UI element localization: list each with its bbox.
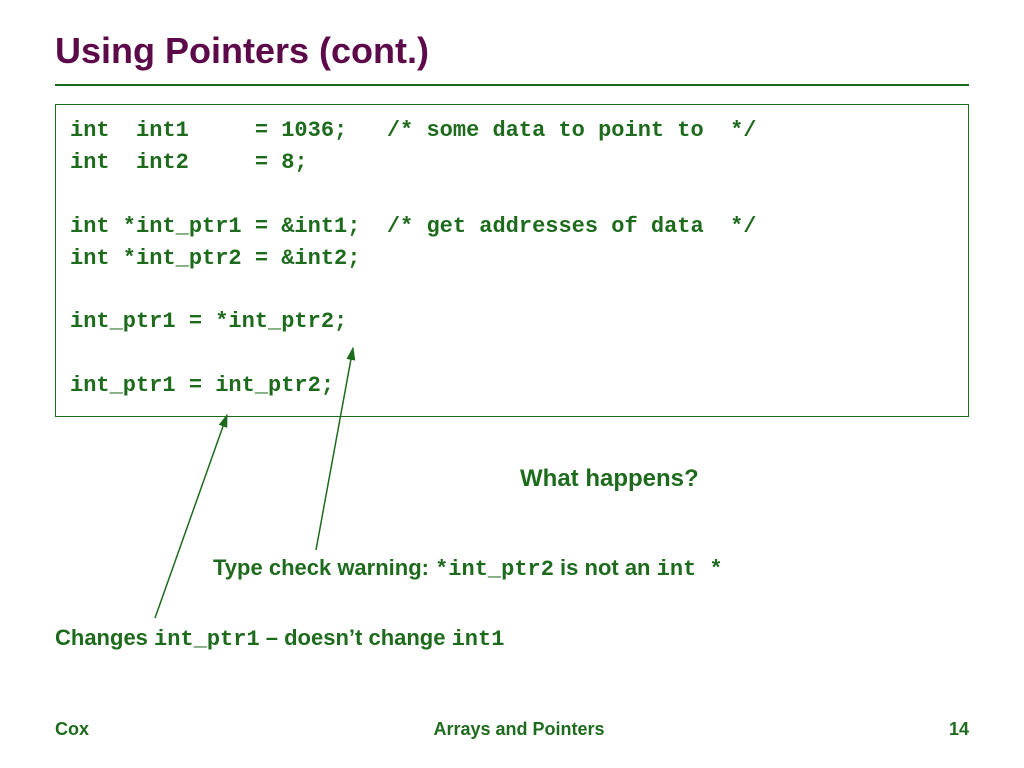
footer-page: 14: [949, 719, 969, 740]
code-line: int_ptr1 = *int_ptr2;: [70, 309, 347, 334]
changes-mid: – doesn’t change: [260, 625, 452, 650]
code-block: int int1 = 1036; /* some data to point t…: [55, 104, 969, 417]
code-line: int *int_ptr1 = &int1; /* get addresses …: [70, 214, 757, 239]
divider: [55, 84, 969, 86]
changes-text: Changes int_ptr1 – doesn’t change int1: [55, 625, 504, 652]
warning-code1: *int_ptr2: [435, 557, 554, 582]
code-line: int *int_ptr2 = &int2;: [70, 246, 360, 271]
changes-prefix: Changes: [55, 625, 154, 650]
code-line: int int1 = 1036; /* some data to point t…: [70, 118, 757, 143]
changes-code2: int1: [452, 627, 505, 652]
type-check-warning: Type check warning: *int_ptr2 is not an …: [213, 555, 723, 582]
warning-mid: is not an: [554, 555, 657, 580]
arrow-to-assign: [155, 415, 227, 618]
footer-author: Cox: [55, 719, 89, 740]
warning-prefix: Type check warning:: [213, 555, 435, 580]
slide: Using Pointers (cont.) int int1 = 1036; …: [0, 0, 1024, 768]
question-text: What happens?: [520, 465, 699, 493]
slide-title: Using Pointers (cont.): [55, 30, 969, 72]
footer-topic: Arrays and Pointers: [433, 719, 604, 740]
code-line: int int2 = 8;: [70, 150, 308, 175]
warning-code2: int *: [657, 557, 723, 582]
code-line: int_ptr1 = int_ptr2;: [70, 373, 334, 398]
changes-code1: int_ptr1: [154, 627, 260, 652]
footer: Cox Arrays and Pointers 14: [55, 719, 969, 740]
